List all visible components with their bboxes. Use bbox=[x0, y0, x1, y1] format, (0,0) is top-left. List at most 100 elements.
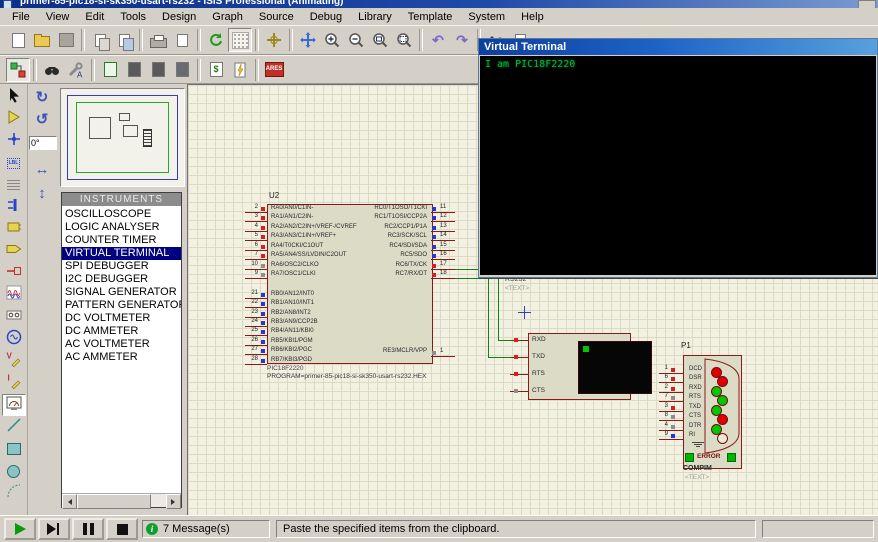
instrument-item[interactable]: VIRTUAL TERMINAL bbox=[62, 247, 181, 260]
menu-help[interactable]: Help bbox=[513, 10, 552, 24]
virtual-terminal-titlebar[interactable]: Virtual Terminal bbox=[479, 39, 877, 55]
rotate-anticlockwise-button[interactable]: ↺ bbox=[30, 110, 54, 130]
circle-2d-button[interactable] bbox=[2, 460, 26, 482]
wire-label-mode-button[interactable]: LBL bbox=[2, 152, 26, 174]
scrollbar-thumb[interactable] bbox=[77, 494, 151, 509]
instruments-scrollbar[interactable] bbox=[62, 493, 181, 509]
play-button[interactable] bbox=[4, 518, 36, 540]
title-bar[interactable]: primer-85-pic18-si-sk350-usart-rs232 - I… bbox=[0, 0, 878, 8]
zoom-in-button[interactable] bbox=[320, 28, 344, 52]
instrument-item[interactable]: I2C DEBUGGER bbox=[62, 273, 181, 286]
instrument-item[interactable]: AC AMMETER bbox=[62, 351, 181, 364]
rotation-angle-field[interactable] bbox=[29, 136, 57, 150]
instrument-item[interactable]: OSCILLOSCOPE bbox=[62, 208, 181, 221]
autorouter-button[interactable] bbox=[6, 57, 30, 82]
save-design-button[interactable] bbox=[54, 28, 78, 52]
virtual-terminal-screen[interactable]: I am PIC18F2220 bbox=[480, 56, 876, 275]
scrollbar-track[interactable] bbox=[151, 494, 166, 507]
menu-source[interactable]: Source bbox=[251, 10, 302, 24]
text-script-mode-button[interactable] bbox=[2, 174, 26, 196]
compim-component[interactable]: P1 ERROR COMPIM <TEXT> 1 DCD 6 DSR 2 RXD 7 RTS 3… bbox=[659, 341, 749, 481]
virtual-instrument-mode-button[interactable] bbox=[1, 394, 26, 416]
scroll-left-button[interactable] bbox=[62, 494, 77, 509]
chip-pin-15: 15 bbox=[431, 242, 455, 251]
window-controls-fragment[interactable] bbox=[858, 0, 876, 8]
virtual-terminal-window[interactable]: Virtual Terminal I am PIC18F2220 bbox=[478, 38, 878, 278]
export-section-button[interactable] bbox=[112, 28, 136, 52]
bill-of-materials-button[interactable]: $ bbox=[204, 58, 228, 82]
menu-library[interactable]: Library bbox=[350, 10, 400, 24]
zoom-out-button[interactable] bbox=[344, 28, 368, 52]
instrument-item[interactable]: PATTERN GENERATOR bbox=[62, 299, 181, 312]
new-file-button[interactable] bbox=[6, 28, 30, 52]
instrument-item[interactable]: SIGNAL GENERATOR bbox=[62, 286, 181, 299]
remove-sheet-button[interactable] bbox=[146, 58, 170, 82]
pic18f2220-component[interactable]: U2 PIC18F2220 PROGRAM=primer-85-pic18-si… bbox=[245, 191, 465, 381]
redo-button[interactable]: ↷ bbox=[450, 28, 474, 52]
step-button[interactable] bbox=[38, 518, 70, 540]
terminal-mode-button[interactable] bbox=[2, 240, 26, 262]
virtual-terminal-component[interactable]: RXD TXD RTS CTS bbox=[505, 333, 652, 403]
menu-file[interactable]: File bbox=[4, 10, 38, 24]
selection-mode-button[interactable] bbox=[2, 86, 26, 108]
current-probe-mode-button[interactable]: I bbox=[2, 372, 26, 394]
menu-tools[interactable]: Tools bbox=[112, 10, 154, 24]
instrument-item[interactable]: LOGIC ANALYSER bbox=[62, 221, 181, 234]
instrument-item[interactable]: DC AMMETER bbox=[62, 325, 181, 338]
flip-horizontal-button[interactable]: ↔ bbox=[30, 160, 54, 180]
wire-rx-segment[interactable] bbox=[488, 357, 511, 358]
redraw-button[interactable] bbox=[204, 28, 228, 52]
device-pin-mode-button[interactable] bbox=[2, 262, 26, 284]
menu-template[interactable]: Template bbox=[400, 10, 461, 24]
rotate-clockwise-button[interactable]: ↻ bbox=[30, 88, 54, 108]
false-origin-button[interactable] bbox=[262, 28, 286, 52]
electrical-rule-check-button[interactable] bbox=[228, 58, 252, 82]
component-mode-button[interactable] bbox=[2, 108, 26, 130]
message-panel[interactable]: i 7 Message(s) bbox=[142, 520, 270, 538]
graph-mode-button[interactable] bbox=[2, 284, 26, 306]
stop-button[interactable] bbox=[106, 518, 138, 540]
subcircuit-mode-button[interactable] bbox=[2, 218, 26, 240]
junction-dot-mode-button[interactable] bbox=[2, 130, 26, 152]
new-sheet-button[interactable] bbox=[122, 58, 146, 82]
pan-button[interactable] bbox=[296, 28, 320, 52]
design-explorer-button[interactable] bbox=[98, 58, 122, 82]
menu-graph[interactable]: Graph bbox=[204, 10, 251, 24]
arc-2d-button[interactable] bbox=[2, 482, 26, 504]
menu-view[interactable]: View bbox=[38, 10, 78, 24]
flip-vertical-button[interactable]: ↕ bbox=[30, 184, 54, 204]
zoom-area-button[interactable] bbox=[392, 28, 416, 52]
instrument-item[interactable]: AC VOLTMETER bbox=[62, 338, 181, 351]
tape-recorder-mode-button[interactable] bbox=[2, 306, 26, 328]
generator-mode-button[interactable] bbox=[2, 328, 26, 350]
pause-button[interactable] bbox=[72, 518, 104, 540]
box-2d-button[interactable] bbox=[2, 438, 26, 460]
open-design-button[interactable] bbox=[30, 28, 54, 52]
property-assignment-button[interactable]: A bbox=[64, 58, 88, 82]
undo-button[interactable]: ↶ bbox=[426, 28, 450, 52]
voltage-probe-mode-button[interactable]: V bbox=[2, 350, 26, 372]
print-button[interactable] bbox=[146, 28, 170, 52]
bus-mode-button[interactable] bbox=[2, 196, 26, 218]
instrument-item[interactable]: SPI DEBUGGER bbox=[62, 260, 181, 273]
instrument-item[interactable]: DC VOLTMETER bbox=[62, 312, 181, 325]
import-section-button[interactable] bbox=[88, 28, 112, 52]
wire-tx-segment[interactable] bbox=[498, 340, 511, 341]
wire-rx-segment[interactable] bbox=[488, 278, 489, 358]
menu-design[interactable]: Design bbox=[154, 10, 204, 24]
menu-edit[interactable]: Edit bbox=[77, 10, 112, 24]
wire-tx-segment[interactable] bbox=[498, 269, 499, 341]
menu-system[interactable]: System bbox=[460, 10, 513, 24]
wire-rx-segment[interactable] bbox=[455, 278, 489, 279]
netlist-to-ares-button[interactable]: ARES bbox=[262, 58, 286, 82]
scroll-right-button[interactable] bbox=[166, 494, 181, 509]
instrument-item[interactable]: COUNTER TIMER bbox=[62, 234, 181, 247]
menu-debug[interactable]: Debug bbox=[302, 10, 350, 24]
design-overview-preview[interactable] bbox=[60, 88, 185, 187]
goto-sheet-button[interactable] bbox=[170, 58, 194, 82]
toggle-grid-button[interactable] bbox=[228, 28, 252, 52]
zoom-all-button[interactable] bbox=[368, 28, 392, 52]
line-2d-button[interactable] bbox=[2, 416, 26, 438]
mark-output-area-button[interactable] bbox=[170, 28, 194, 52]
search-tag-button[interactable] bbox=[40, 58, 64, 82]
